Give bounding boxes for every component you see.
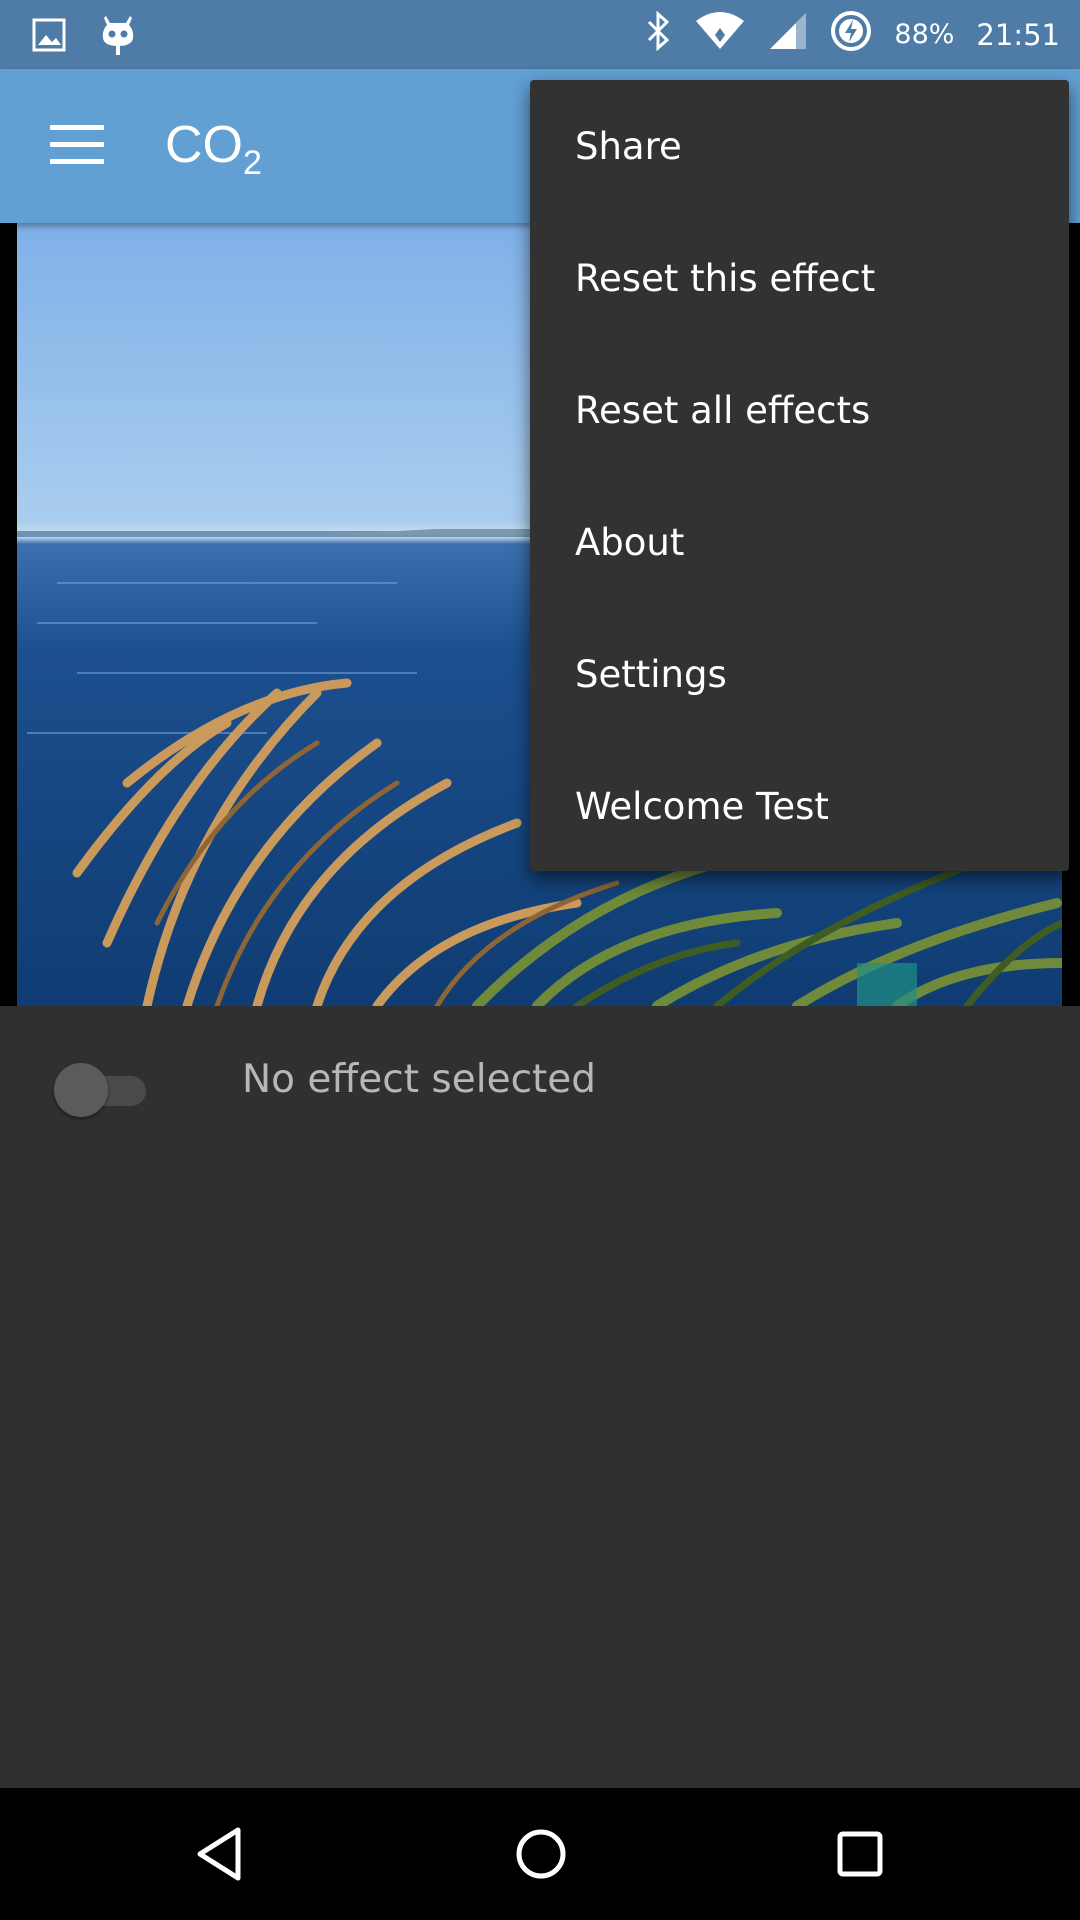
back-icon[interactable] (190, 1824, 250, 1884)
menu-item-reset-all-effects[interactable]: Reset all effects (530, 344, 1069, 476)
signal-icon (768, 11, 808, 58)
hamburger-menu-icon[interactable] (50, 125, 104, 165)
gallery-icon (32, 18, 66, 56)
home-icon[interactable] (511, 1824, 571, 1884)
effect-status-label: No effect selected (242, 1057, 597, 1102)
menu-item-share[interactable]: Share (530, 80, 1069, 212)
wifi-icon (694, 11, 746, 58)
app-title-subscript: 2 (243, 144, 262, 182)
menu-item-settings[interactable]: Settings (530, 608, 1069, 740)
recents-icon[interactable] (830, 1824, 890, 1884)
menu-item-welcome-test[interactable]: Welcome Test (530, 740, 1069, 872)
status-bar: 88% 21:51 (0, 0, 1080, 69)
overflow-menu: Share Reset this effect Reset all effect… (530, 80, 1069, 871)
effect-toggle-switch[interactable] (54, 1063, 146, 1117)
toggle-thumb (54, 1063, 108, 1117)
battery-percent: 88% (894, 19, 955, 50)
clock: 21:51 (976, 17, 1060, 52)
bluetooth-icon (646, 10, 672, 58)
cyanogen-icon (100, 14, 136, 60)
menu-item-reset-this-effect[interactable]: Reset this effect (530, 212, 1069, 344)
battery-charging-icon (830, 10, 872, 59)
navigation-bar (0, 1788, 1080, 1920)
app-title: CO2 (165, 116, 262, 182)
menu-item-about[interactable]: About (530, 476, 1069, 608)
